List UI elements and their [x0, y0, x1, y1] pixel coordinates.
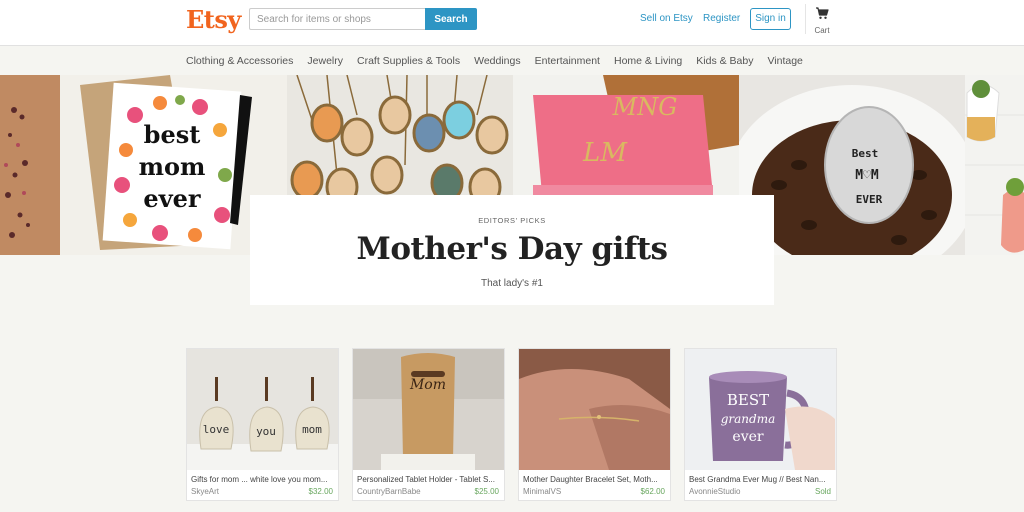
product-price: $32.00 — [308, 487, 333, 496]
nav-home-living[interactable]: Home & Living — [614, 55, 682, 67]
category-nav: Clothing & Accessories Jewelry Craft Sup… — [186, 55, 817, 67]
product-price: $62.00 — [640, 487, 665, 496]
spoon-text-ever: EVER — [856, 193, 883, 206]
sign-in-button[interactable]: Sign in — [750, 8, 791, 30]
site-header: Etsy Search Sell on Etsy Register Sign i… — [0, 0, 1024, 46]
editors-picks-title: Mother's Day gifts — [356, 231, 668, 267]
card-word-ever: ever — [143, 184, 200, 213]
cart-icon — [816, 7, 829, 19]
spoon-text-mom: M♡M — [855, 168, 879, 183]
editors-picks-kicker: EDITORS' PICKS — [478, 216, 546, 225]
register-link[interactable]: Register — [703, 13, 740, 24]
nav-clothing-accessories[interactable]: Clothing & Accessories — [186, 55, 293, 67]
product-title[interactable]: Gifts for mom ... white love you mom... — [187, 470, 338, 484]
etsy-logo[interactable]: Etsy — [186, 5, 241, 34]
product-title[interactable]: Mother Daughter Bracelet Set, Moth... — [519, 470, 670, 484]
product-image: BEST grandma ever — [685, 349, 836, 470]
product-card[interactable]: BEST grandma ever Best Grandma Ever Mug … — [684, 348, 837, 501]
shop-name[interactable]: MinimalVS — [523, 487, 561, 496]
search-bar: Search — [249, 8, 477, 30]
hero-image-dried-flowers — [0, 75, 60, 255]
mug-word-grandma: grandma — [721, 412, 776, 426]
holder-word-mom: Mom — [409, 377, 446, 393]
product-image: Mom — [353, 349, 504, 470]
nav-craft-supplies[interactable]: Craft Supplies & Tools — [357, 55, 460, 67]
search-button[interactable]: Search — [425, 8, 477, 30]
product-image: love you mom — [187, 349, 338, 470]
product-card[interactable]: Mom Personalized Tablet Holder - Tablet … — [352, 348, 505, 501]
shop-name[interactable]: CountryBarnBabe — [357, 487, 421, 496]
cart-button[interactable]: Cart — [810, 6, 834, 35]
product-price: Sold — [814, 487, 831, 496]
product-title[interactable]: Personalized Tablet Holder - Tablet S... — [353, 470, 504, 484]
nav-entertainment[interactable]: Entertainment — [535, 55, 600, 67]
editors-picks-card[interactable]: EDITORS' PICKS Mother's Day gifts That l… — [250, 195, 774, 305]
cart-label: Cart — [814, 26, 830, 35]
pear-word-mom: mom — [302, 423, 322, 436]
svg-text:LM: LM — [582, 138, 628, 168]
shop-name[interactable]: SkyeArt — [191, 487, 219, 496]
pear-word-you: you — [256, 425, 276, 438]
mug-word-best: BEST — [727, 391, 769, 409]
product-card[interactable]: Mother Daughter Bracelet Set, Moth... Mi… — [518, 348, 671, 501]
nav-kids-baby[interactable]: Kids & Baby — [696, 55, 753, 67]
search-input[interactable] — [249, 8, 425, 30]
editors-picks-subtitle: That lady's #1 — [481, 278, 543, 289]
header-divider — [805, 4, 806, 34]
nav-weddings[interactable]: Weddings — [474, 55, 521, 67]
card-word-mom: mom — [139, 152, 206, 181]
card-word-best: best — [144, 120, 201, 149]
hero-image-planters — [965, 75, 1024, 255]
sell-on-etsy-link[interactable]: Sell on Etsy — [640, 13, 693, 24]
product-card[interactable]: love you mom Gifts for mom ... white lov… — [186, 348, 339, 501]
shop-name[interactable]: AvonnieStudio — [689, 487, 740, 496]
product-image — [519, 349, 670, 470]
nav-vintage[interactable]: Vintage — [767, 55, 802, 67]
spoon-text-best: Best — [852, 147, 879, 160]
pear-word-love: love — [203, 423, 230, 436]
mug-word-ever: ever — [732, 429, 763, 445]
product-title[interactable]: Best Grandma Ever Mug // Best Nan... — [685, 470, 836, 484]
svg-text:MNG: MNG — [612, 93, 678, 121]
product-price: $25.00 — [474, 487, 499, 496]
nav-jewelry[interactable]: Jewelry — [307, 55, 343, 67]
